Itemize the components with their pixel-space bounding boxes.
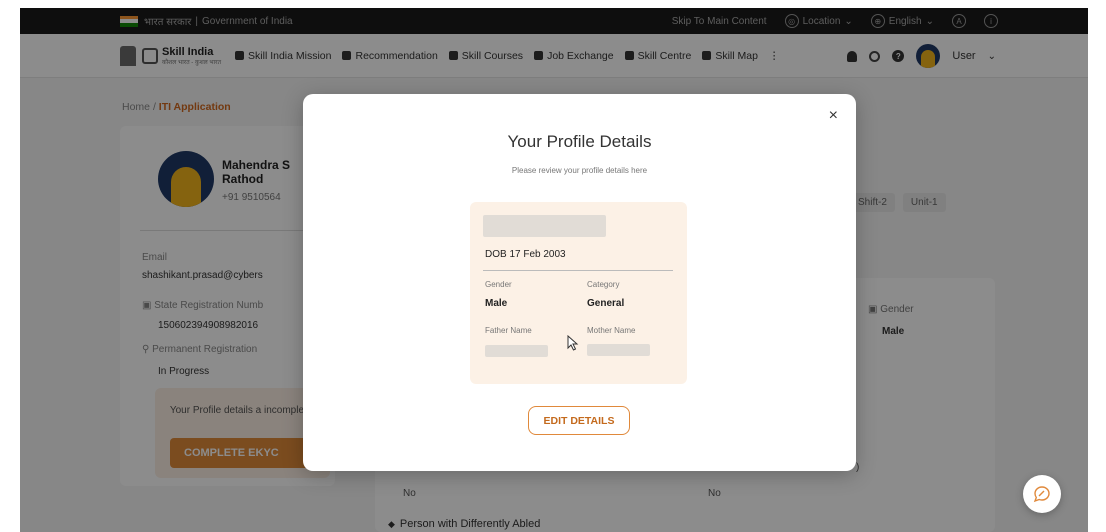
gender-label: Gender xyxy=(485,280,512,289)
category-value: General xyxy=(587,298,625,309)
chat-icon xyxy=(1033,486,1050,503)
close-icon[interactable]: × xyxy=(829,108,838,124)
father-name-label: Father Name xyxy=(485,326,532,335)
edit-details-button[interactable]: EDIT DETAILS xyxy=(528,406,630,435)
modal-subtitle: Please review your profile details here xyxy=(511,166,648,175)
profile-details-modal: × Your Profile Details Please review you… xyxy=(303,94,856,471)
card-divider xyxy=(483,270,673,271)
chat-button[interactable] xyxy=(1023,475,1061,513)
gender-value: Male xyxy=(485,298,508,309)
left-margin xyxy=(0,0,20,532)
mouse-cursor-icon xyxy=(567,335,579,351)
profile-info-card: DOB 17 Feb 2003 Gender Male Category Gen… xyxy=(470,202,687,384)
screen-frame: भारत सरकार | Government of India Skip To… xyxy=(0,0,1106,532)
mother-name-label: Mother Name xyxy=(587,326,636,335)
modal-title: Your Profile Details xyxy=(507,132,652,151)
category-label: Category xyxy=(587,280,620,289)
app-window: भारत सरकार | Government of India Skip To… xyxy=(20,8,1088,532)
father-name-redacted xyxy=(485,345,548,357)
name-redacted xyxy=(483,215,606,237)
dob-value: DOB 17 Feb 2003 xyxy=(485,249,566,260)
right-margin xyxy=(1088,0,1106,532)
mother-name-redacted xyxy=(587,344,650,356)
